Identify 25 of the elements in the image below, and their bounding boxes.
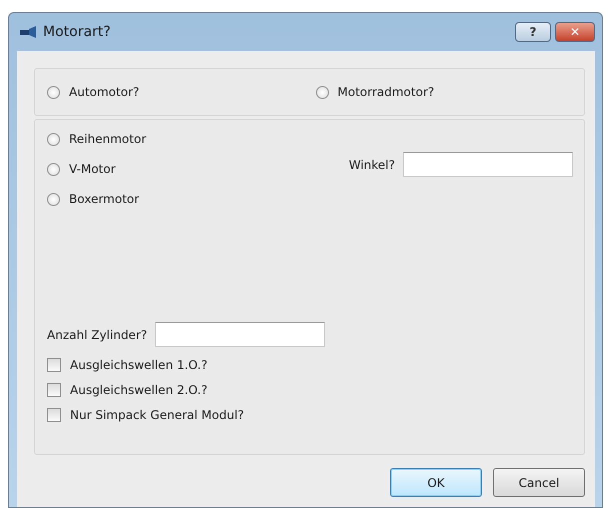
radio-button[interactable] — [47, 162, 60, 176]
radio-label: Motorradmotor? — [338, 85, 434, 99]
checkbox[interactable] — [47, 383, 61, 397]
radio-button[interactable] — [47, 86, 60, 98]
input-field[interactable] — [403, 152, 573, 177]
field-label: Anzahl Zylinder? — [47, 328, 148, 342]
checkbox[interactable] — [47, 358, 61, 372]
radio-button[interactable] — [316, 86, 328, 98]
window-title: Motorart? — [43, 24, 111, 40]
radio-label: V-Motor — [69, 162, 116, 176]
engine-icon — [20, 26, 37, 38]
radio-label: Automotor? — [69, 85, 140, 99]
radio-button[interactable] — [47, 192, 60, 206]
checkbox-label: Ausgleichswellen 1.O.? — [70, 358, 208, 372]
checkbox-label: Ausgleichswellen 2.O.? — [70, 383, 208, 397]
ok-button[interactable]: OK — [390, 468, 482, 497]
field-label: Winkel? — [348, 158, 395, 172]
radio-button[interactable] — [47, 132, 60, 146]
radio-label: Boxermotor — [69, 192, 140, 206]
radio-label: Reihenmotor — [69, 132, 146, 146]
checkbox[interactable] — [47, 408, 61, 422]
cancel-button[interactable]: Cancel — [493, 468, 585, 497]
help-button[interactable]: ? — [515, 22, 551, 42]
input-field[interactable] — [155, 322, 326, 347]
checkbox-label: Nur Simpack General Modul? — [70, 408, 244, 422]
